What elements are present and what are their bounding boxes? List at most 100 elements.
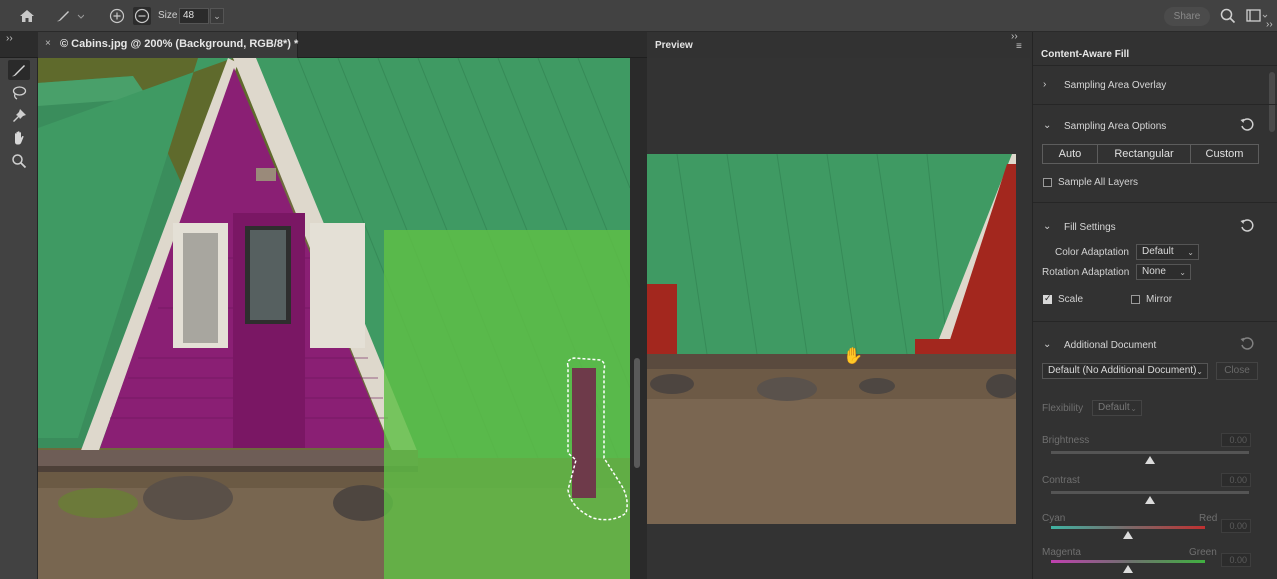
section-title: Fill Settings	[1064, 222, 1116, 233]
divider	[1033, 202, 1277, 203]
document-tab[interactable]: × © Cabins.jpg @ 200% (Background, RGB/8…	[38, 32, 298, 58]
pin-icon	[13, 109, 26, 122]
reset-icon[interactable]	[1239, 336, 1255, 352]
lasso-tool[interactable]	[8, 83, 30, 103]
share-button[interactable]: Share	[1164, 7, 1210, 26]
zoom-tool[interactable]	[8, 151, 30, 171]
mode-custom-button[interactable]: Custom	[1190, 144, 1259, 164]
select-value: Default	[1142, 246, 1174, 257]
size-label: Size	[158, 10, 178, 21]
cyan-red-value[interactable]: 0.00	[1221, 519, 1251, 533]
preview-panel-header: Preview ›› ≡	[647, 31, 1030, 58]
sample-all-layers-label: Sample All Layers	[1058, 177, 1139, 188]
green-label: Green	[1189, 547, 1217, 558]
hand-tool[interactable]	[8, 128, 30, 148]
magenta-green-slider-thumb[interactable]	[1123, 565, 1133, 573]
chevron-down-icon: ⌄	[1179, 268, 1186, 277]
cyan-red-slider-track[interactable]	[1051, 526, 1205, 529]
reset-icon[interactable]	[1239, 117, 1255, 133]
brightness-value[interactable]: 0.00	[1221, 433, 1251, 447]
sample-all-layers-checkbox[interactable]	[1043, 178, 1052, 187]
divider	[1033, 321, 1277, 322]
chevron-down-icon: ⌄	[1187, 248, 1194, 257]
document-canvas[interactable]	[38, 58, 630, 579]
close-document-button[interactable]: Close	[1216, 362, 1258, 380]
cyan-label: Cyan	[1042, 513, 1066, 524]
chevron-down-icon: ⌄	[213, 11, 221, 21]
size-dropdown-toggle[interactable]: ⌄	[210, 8, 224, 24]
section-title: Additional Document	[1064, 340, 1157, 351]
section-title: Sampling Area Overlay	[1064, 80, 1167, 91]
contrast-label: Contrast	[1042, 475, 1080, 486]
home-icon[interactable]	[18, 7, 36, 25]
contrast-value[interactable]: 0.00	[1221, 473, 1251, 487]
mode-auto-button[interactable]: Auto	[1042, 144, 1097, 164]
collapse-panel-icon[interactable]: ››	[1266, 19, 1273, 30]
flexibility-select[interactable]: Default ⌄	[1092, 400, 1142, 416]
brightness-slider-track[interactable]	[1051, 451, 1249, 454]
panel-header: Content-Aware Fill	[1033, 45, 1277, 64]
panel-menu-icon[interactable]: ≡	[1016, 41, 1022, 52]
size-input[interactable]: 48	[179, 8, 209, 24]
panel-title: Content-Aware Fill	[1041, 49, 1130, 60]
flexibility-label: Flexibility	[1042, 403, 1084, 414]
collapse-toolbar-icon[interactable]: ››	[6, 33, 13, 44]
cyan-red-slider-thumb[interactable]	[1123, 531, 1133, 539]
preview-image[interactable]: ✋	[647, 154, 1016, 524]
document-tab-bar: ›› × © Cabins.jpg @ 200% (Background, RG…	[0, 31, 1030, 58]
pin-tool[interactable]	[8, 106, 30, 126]
preview-title: Preview	[655, 40, 693, 51]
color-adaptation-select[interactable]: Default ⌄	[1136, 244, 1199, 260]
select-value: None	[1142, 266, 1166, 277]
zoom-icon	[12, 154, 27, 169]
color-adaptation-label: Color Adaptation	[1055, 247, 1129, 258]
magenta-green-slider-track[interactable]	[1051, 560, 1205, 563]
brightness-slider-thumb[interactable]	[1145, 456, 1155, 464]
svg-text:✋: ✋	[843, 346, 863, 365]
preview-panel: ✋	[647, 58, 1030, 579]
section-sampling-overlay[interactable]: › Sampling Area Overlay	[1033, 76, 1277, 96]
section-additional-document[interactable]: ⌄ Additional Document	[1033, 336, 1277, 356]
rotation-adaptation-label: Rotation Adaptation	[1042, 267, 1130, 278]
brush-preset-icon[interactable]	[54, 7, 84, 25]
mirror-label: Mirror	[1146, 294, 1173, 305]
section-title: Sampling Area Options	[1064, 121, 1167, 132]
section-fill-settings[interactable]: ⌄ Fill Settings	[1033, 218, 1277, 238]
divider	[1033, 104, 1277, 105]
section-sampling-options[interactable]: ⌄ Sampling Area Options	[1033, 117, 1277, 137]
chevron-down-icon: ⌄	[1043, 339, 1052, 350]
divider	[1033, 65, 1277, 66]
hand-icon	[15, 131, 24, 145]
scale-checkbox[interactable]	[1043, 293, 1052, 304]
brightness-label: Brightness	[1042, 435, 1090, 446]
mode-rectangular-button[interactable]: Rectangular	[1097, 144, 1190, 164]
add-to-selection-icon[interactable]	[108, 7, 126, 25]
magenta-label: Magenta	[1042, 547, 1081, 558]
scale-label: Scale	[1058, 294, 1084, 305]
magenta-green-value[interactable]: 0.00	[1221, 553, 1251, 567]
close-tab-icon[interactable]: ×	[45, 38, 51, 49]
select-value: Default	[1098, 402, 1130, 413]
content-aware-fill-panel: ›› Content-Aware Fill › Sampling Area Ov…	[1032, 19, 1277, 579]
contrast-slider-track[interactable]	[1051, 491, 1249, 494]
additional-document-select[interactable]: Default (No Additional Document) ⌄	[1042, 363, 1208, 379]
chevron-down-icon: ⌄	[1043, 221, 1052, 232]
scrollbar-thumb[interactable]	[634, 358, 640, 468]
tools-panel	[0, 58, 38, 579]
subtract-from-selection-icon[interactable]	[133, 7, 151, 25]
mirror-checkbox[interactable]	[1131, 295, 1140, 304]
document-title: © Cabins.jpg @ 200% (Background, RGB/8*)…	[60, 38, 299, 50]
chevron-down-icon: ⌄	[1130, 404, 1137, 413]
options-bar: Size 48 ⌄ Share	[0, 0, 1277, 32]
chevron-right-icon: ›	[1043, 79, 1047, 90]
contrast-slider-thumb[interactable]	[1145, 496, 1155, 504]
search-icon[interactable]	[1219, 7, 1237, 25]
cabins-image	[38, 58, 630, 579]
chevron-down-icon: ⌄	[1196, 367, 1203, 376]
sampling-brush-tool[interactable]	[8, 60, 30, 80]
brush-icon	[12, 65, 25, 77]
rotation-adaptation-select[interactable]: None ⌄	[1136, 264, 1191, 280]
lasso-icon	[12, 86, 27, 100]
reset-icon[interactable]	[1239, 218, 1255, 234]
canvas-scrollbar[interactable]	[630, 58, 647, 579]
